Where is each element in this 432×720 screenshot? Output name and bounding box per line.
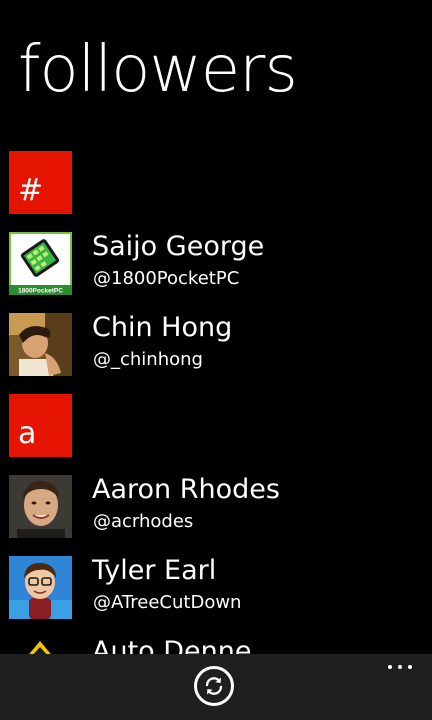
follower-name: Chin Hong: [92, 312, 233, 343]
application-bar: [0, 654, 432, 720]
follower-handle: @_chinhong: [93, 349, 203, 370]
follower-name: Aaron Rhodes: [92, 474, 280, 505]
follower-row-aaron-rhodes[interactable]: Aaron Rhodes @acrhodes: [0, 474, 432, 539]
group-header-a[interactable]: a: [9, 394, 72, 457]
followers-list: # 1800PocketPC Saijo George @1800PocketP…: [0, 0, 432, 720]
follower-handle: @1800PocketPC: [93, 268, 240, 289]
follower-row-tyler-earl[interactable]: Tyler Earl @ATreeCutDown: [0, 555, 432, 620]
follower-name: Saijo George: [92, 231, 265, 262]
follower-row-saijo-george[interactable]: 1800PocketPC Saijo George @1800PocketPC: [0, 231, 432, 296]
group-letter: #: [18, 173, 44, 208]
refresh-icon: [205, 677, 223, 695]
avatar-1800pocketpc-logo: 1800PocketPC: [9, 232, 72, 295]
follower-handle: @ATreeCutDown: [93, 592, 242, 613]
group-letter: a: [18, 416, 37, 451]
group-header-hash[interactable]: #: [9, 151, 72, 214]
follower-handle: @acrhodes: [93, 511, 194, 532]
avatar-cartoon-avatar: [9, 556, 72, 619]
avatar-profile-photo: [9, 313, 72, 376]
avatar-caption: 1800PocketPC: [18, 288, 63, 295]
refresh-button[interactable]: [194, 666, 234, 706]
follower-name: Tyler Earl: [92, 555, 217, 586]
avatar-profile-photo: [9, 475, 72, 538]
follower-row-chin-hong[interactable]: Chin Hong @_chinhong: [0, 312, 432, 377]
more-ellipsis-icon[interactable]: [386, 658, 414, 674]
